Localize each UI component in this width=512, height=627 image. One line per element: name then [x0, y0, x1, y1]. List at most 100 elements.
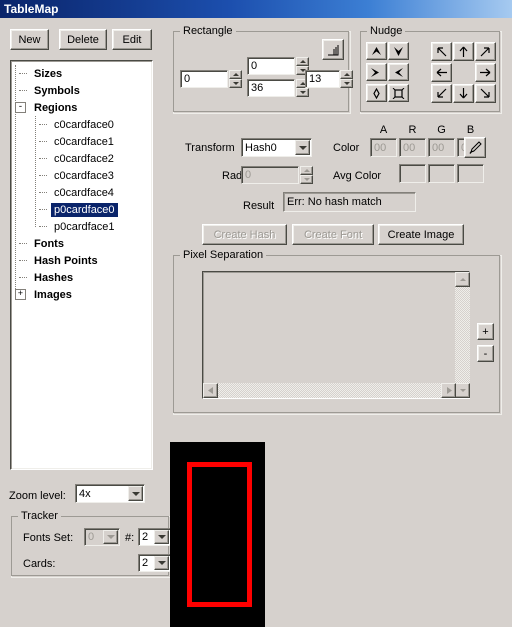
tree-expand-icon[interactable]: +	[15, 289, 26, 300]
cards-dropdown-button[interactable]	[154, 556, 169, 570]
pixel-separation-scroll-up[interactable]	[455, 272, 470, 287]
tree-item-symbols[interactable]: Symbols	[11, 82, 152, 99]
create-font-button[interactable]: Create Font	[292, 224, 374, 245]
rect-right-spin-up[interactable]	[340, 70, 353, 79]
color-field-a[interactable]: 00	[370, 138, 397, 157]
tracker-group: Tracker Fonts Set: 0 #: 2 Cards: 2	[11, 510, 171, 578]
hash-count-dropdown-button[interactable]	[154, 530, 169, 544]
cards-label: Cards:	[23, 558, 56, 570]
tree-item-label: c0cardface2	[54, 152, 114, 165]
hash-count-value: 2	[142, 531, 149, 543]
rect-left-spinner[interactable]	[229, 70, 242, 88]
nudge-expand-top-button[interactable]	[366, 42, 387, 60]
tree-connector	[39, 209, 47, 210]
new-button[interactable]: New	[10, 29, 49, 50]
pixel-separation-vscrollbar[interactable]	[455, 272, 470, 398]
nudge-down-left-button[interactable]	[431, 84, 452, 103]
fonts-set-dropdown-button[interactable]	[103, 530, 118, 544]
rect-right-spinner[interactable]	[340, 70, 353, 88]
tree-item-p0cardface0[interactable]: p0cardface0	[11, 201, 152, 218]
nudge-up-button[interactable]	[453, 42, 474, 61]
tree-collapse-icon[interactable]: -	[15, 102, 26, 113]
tree-item-fonts[interactable]: Fonts	[11, 235, 152, 252]
radius-spin-up[interactable]	[300, 166, 313, 175]
color-field-r[interactable]: 00	[399, 138, 426, 157]
radius-field[interactable]: 0	[241, 166, 299, 184]
nudge-shrink-top-button[interactable]	[388, 42, 409, 60]
rect-top-value: 0	[251, 60, 258, 72]
tree-item-c0cardface4[interactable]: c0cardface4	[11, 184, 152, 201]
tree-item-c0cardface1[interactable]: c0cardface1	[11, 133, 152, 150]
color-field-value: 00	[374, 141, 387, 154]
delete-button[interactable]: Delete	[59, 29, 107, 50]
nudge-right-button[interactable]	[475, 63, 496, 82]
radius-spin-down[interactable]	[300, 175, 313, 184]
pixel-separation-scroll-down[interactable]	[455, 383, 470, 398]
rect-top-spin-up[interactable]	[296, 57, 309, 66]
rect-left-field[interactable]: 0	[180, 70, 228, 88]
shrink-all-icon	[392, 87, 405, 99]
rectangle-tool-button[interactable]	[322, 39, 344, 60]
chevron-down-icon	[157, 561, 166, 565]
tree-item-regions[interactable]: - Regions	[11, 99, 152, 116]
color-header-b: B	[466, 124, 475, 136]
rect-bottom-field[interactable]: 36	[247, 79, 295, 97]
cards-combo[interactable]: 2	[138, 554, 171, 572]
tree-item-label: c0cardface4	[54, 186, 114, 199]
tree-item-hashes[interactable]: Hashes	[11, 269, 152, 286]
pixel-separation-list[interactable]	[202, 271, 470, 399]
pixel-separation-remove-button[interactable]: -	[477, 345, 494, 362]
arrow-down-right-icon	[480, 88, 490, 98]
create-hash-button[interactable]: Create Hash	[202, 224, 287, 245]
nudge-down-right-button[interactable]	[475, 84, 496, 103]
object-tree-body: Sizes Symbols - Regions c0cardface0 c0cardfac…	[11, 61, 152, 469]
create-font-label: Create Font	[303, 228, 363, 241]
tree-item-c0cardface0[interactable]: c0cardface0	[11, 116, 152, 133]
nudge-up-right-button[interactable]	[475, 42, 496, 61]
tree-item-p0cardface1[interactable]: p0cardface1	[11, 218, 152, 235]
tree-item-c0cardface3[interactable]: c0cardface3	[11, 167, 152, 184]
rect-left-spin-down[interactable]	[229, 79, 242, 88]
nudge-expand-all-button[interactable]	[366, 84, 387, 102]
rect-left-spin-up[interactable]	[229, 70, 242, 79]
pixel-separation-scroll-right[interactable]	[441, 383, 456, 398]
radius-spinner[interactable]	[300, 166, 313, 184]
nudge-down-button[interactable]	[453, 84, 474, 103]
rect-bottom-spin-down[interactable]	[296, 88, 309, 97]
color-field-g[interactable]: 00	[428, 138, 455, 157]
nudge-expand-left-button[interactable]	[366, 63, 387, 81]
tree-item-sizes[interactable]: Sizes	[11, 65, 152, 82]
pixel-separation-label: Pixel Separation	[180, 249, 267, 261]
zoom-level-dropdown-button[interactable]	[128, 486, 143, 501]
nudge-shrink-all-button[interactable]	[388, 84, 409, 102]
transform-dropdown-button[interactable]	[295, 140, 310, 155]
nudge-left-button[interactable]	[431, 63, 452, 82]
pixel-separation-hscrollbar[interactable]	[203, 383, 456, 398]
rect-right-field[interactable]: 13	[305, 70, 340, 88]
zoom-level-combo[interactable]: 4x	[75, 484, 145, 503]
color-picker-button[interactable]	[464, 137, 486, 158]
rect-right-spin-down[interactable]	[340, 79, 353, 88]
tree-connector	[39, 192, 47, 193]
tree-item-images[interactable]: + Images	[11, 286, 152, 303]
chevron-down-icon	[298, 145, 307, 150]
fonts-set-combo[interactable]: 0	[84, 528, 120, 546]
arrow-right-icon	[480, 68, 491, 77]
nudge-up-left-button[interactable]	[431, 42, 452, 61]
tree-item-label: Regions	[34, 101, 78, 114]
region-preview-canvas[interactable]	[170, 442, 265, 627]
tree-item-label: Fonts	[34, 237, 64, 250]
object-tree[interactable]: Sizes Symbols - Regions c0cardface0 c0cardfac…	[10, 60, 153, 470]
rect-top-field[interactable]: 0	[247, 57, 295, 75]
create-image-button[interactable]: Create Image	[378, 224, 464, 245]
pixel-separation-scroll-left[interactable]	[203, 383, 218, 398]
rect-bottom-value: 36	[251, 82, 264, 94]
pixel-separation-add-button[interactable]: +	[477, 323, 494, 340]
transform-combo[interactable]: Hash0	[241, 138, 312, 157]
tree-item-hash-points[interactable]: Hash Points	[11, 252, 152, 269]
tree-item-label: Sizes	[34, 67, 63, 80]
nudge-shrink-left-button[interactable]	[388, 63, 409, 81]
tree-item-c0cardface2[interactable]: c0cardface2	[11, 150, 152, 167]
hash-count-combo[interactable]: 2	[138, 528, 171, 546]
edit-button[interactable]: Edit	[112, 29, 152, 50]
